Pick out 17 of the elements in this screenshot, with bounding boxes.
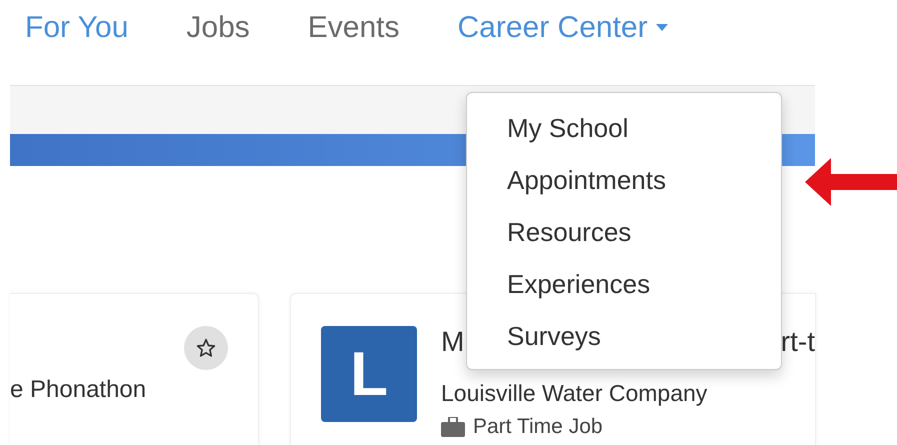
nav-link[interactable]: Events <box>308 10 400 44</box>
menu-item[interactable]: Experiences <box>467 258 781 310</box>
menu-item[interactable]: My School <box>467 102 781 154</box>
star-button[interactable] <box>184 326 228 370</box>
job-title: M <box>441 326 464 359</box>
star-icon <box>196 338 216 358</box>
company-logo: L <box>321 326 417 422</box>
menu-item[interactable]: Resources <box>467 206 781 258</box>
nav-link[interactable]: Jobs <box>186 10 250 44</box>
event-title: e Phonathon <box>10 376 146 404</box>
arrow-icon <box>805 158 897 206</box>
menu-item[interactable]: Appointments <box>467 154 781 206</box>
menu-item[interactable]: Surveys <box>467 310 781 362</box>
briefcase-icon <box>441 417 465 437</box>
company-name: Louisville Water Company <box>441 380 708 407</box>
job-type: Part Time Job <box>473 415 603 439</box>
job-title: rt-t <box>780 326 815 359</box>
